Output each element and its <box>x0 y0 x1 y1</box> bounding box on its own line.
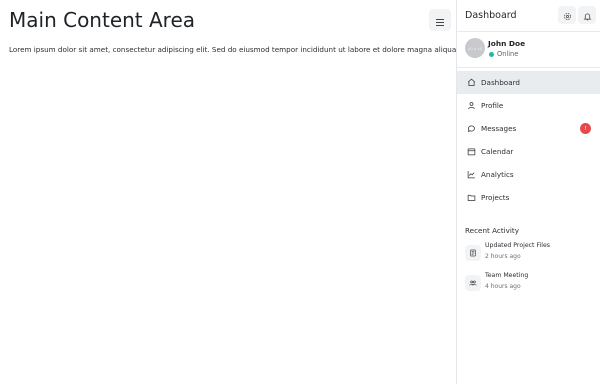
sidebar: Dashboard 40 x 40 John Doe Online Dashbo… <box>456 0 600 384</box>
sidebar-item-projects[interactable]: Projects <box>457 186 600 209</box>
bell-icon <box>583 6 592 25</box>
avatar-placeholder-text: 40 x 40 <box>467 45 483 51</box>
sidebar-item-label: Calendar <box>481 147 514 156</box>
recent-activity-heading: Recent Activity <box>465 226 520 235</box>
user-status: Online <box>497 50 519 58</box>
activity-item[interactable]: Team Meeting 4 hours ago <box>465 270 595 296</box>
calendar-icon <box>467 147 476 156</box>
notification-badge: ! <box>580 123 591 134</box>
main-content: Main Content Area Lorem ipsum dolor sit … <box>0 0 459 384</box>
sidebar-item-profile[interactable]: Profile <box>457 94 600 117</box>
activity-time: 4 hours ago <box>485 283 521 290</box>
sidebar-item-label: Messages <box>481 124 517 133</box>
body-text: Lorem ipsum dolor sit amet, consectetur … <box>9 45 459 54</box>
document-icon <box>465 245 481 261</box>
sidebar-item-label: Analytics <box>481 170 514 179</box>
sidebar-nav: Dashboard Profile Messages ! Calendar An… <box>457 71 600 209</box>
people-icon <box>465 275 481 291</box>
user-profile[interactable]: 40 x 40 John Doe Online <box>457 32 600 68</box>
folder-icon <box>467 193 476 202</box>
activity-time: 2 hours ago <box>485 253 521 260</box>
sidebar-item-messages[interactable]: Messages ! <box>457 117 600 140</box>
sidebar-item-label: Projects <box>481 193 510 202</box>
home-icon <box>467 78 476 87</box>
activity-title: Updated Project Files <box>485 242 551 249</box>
avatar: 40 x 40 <box>465 38 485 58</box>
sidebar-item-calendar[interactable]: Calendar <box>457 140 600 163</box>
sidebar-item-dashboard[interactable]: Dashboard <box>457 71 600 94</box>
sidebar-item-label: Dashboard <box>481 78 520 87</box>
chat-icon <box>467 124 476 133</box>
sidebar-header: Dashboard <box>457 0 600 32</box>
sidebar-item-analytics[interactable]: Analytics <box>457 163 600 186</box>
user-icon <box>467 101 476 110</box>
gear-icon <box>563 6 572 25</box>
activity-item[interactable]: Updated Project Files 2 hours ago <box>465 240 595 266</box>
user-name: John Doe <box>488 39 526 48</box>
sidebar-item-label: Profile <box>481 101 504 110</box>
menu-toggle-button[interactable] <box>429 9 451 31</box>
settings-button[interactable] <box>558 6 576 24</box>
activity-title: Team Meeting <box>485 272 529 279</box>
notifications-button[interactable] <box>578 6 596 24</box>
page-title: Main Content Area <box>9 8 196 32</box>
status-indicator-dot <box>489 52 494 57</box>
chart-line-icon <box>467 170 476 179</box>
hamburger-menu-icon <box>436 11 444 30</box>
sidebar-title: Dashboard <box>465 10 517 21</box>
